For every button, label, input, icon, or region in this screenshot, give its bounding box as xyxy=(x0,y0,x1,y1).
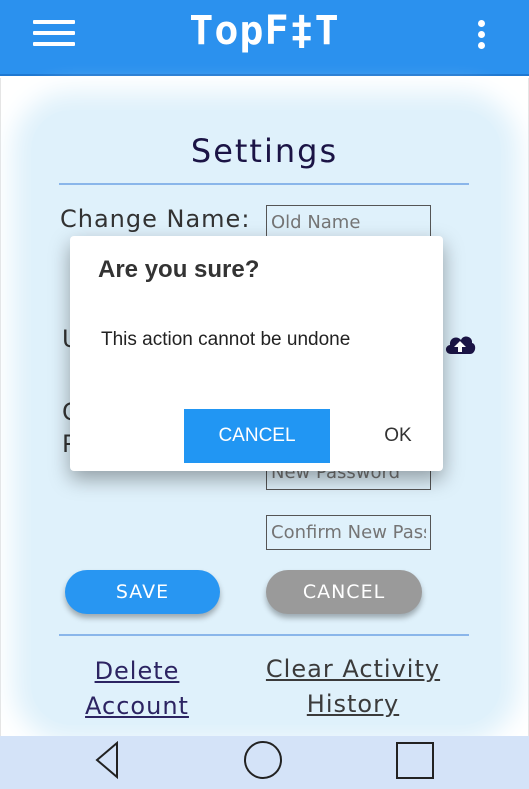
confirm-dialog: Are you sure? This action cannot be undo… xyxy=(70,236,443,471)
dialog-title: Are you sure? xyxy=(98,256,260,283)
app-title: TopF‡T xyxy=(189,8,340,54)
more-vert-icon[interactable] xyxy=(476,20,486,50)
save-button[interactable]: SAVE xyxy=(65,570,220,614)
back-triangle-icon[interactable] xyxy=(94,740,120,783)
delete-account-line2: Account xyxy=(85,692,189,720)
delete-account-link[interactable]: Delete Account xyxy=(72,654,202,724)
divider-bottom xyxy=(59,634,469,636)
divider-top xyxy=(59,183,469,185)
dialog-message: This action cannot be undone xyxy=(101,329,351,350)
cancel-button[interactable]: CANCEL xyxy=(266,570,422,614)
app-bar: TopF‡T xyxy=(0,0,529,76)
change-name-label: Change Name: xyxy=(60,205,251,233)
recent-apps-square-icon[interactable] xyxy=(396,742,434,779)
confirm-password-field[interactable] xyxy=(266,515,431,550)
delete-account-line1: Delete xyxy=(94,657,180,685)
page-title: Settings xyxy=(190,132,339,170)
home-circle-icon[interactable] xyxy=(244,741,282,779)
clear-history-line2: History xyxy=(306,690,400,718)
old-name-field[interactable] xyxy=(266,205,431,240)
dialog-cancel-button[interactable]: CANCEL xyxy=(184,409,330,463)
dialog-ok-button[interactable]: OK xyxy=(370,409,426,463)
clear-history-line1: Clear Activity xyxy=(265,655,441,683)
clear-history-link[interactable]: Clear Activity History xyxy=(260,652,446,722)
cloud-upload-icon[interactable] xyxy=(443,330,477,358)
